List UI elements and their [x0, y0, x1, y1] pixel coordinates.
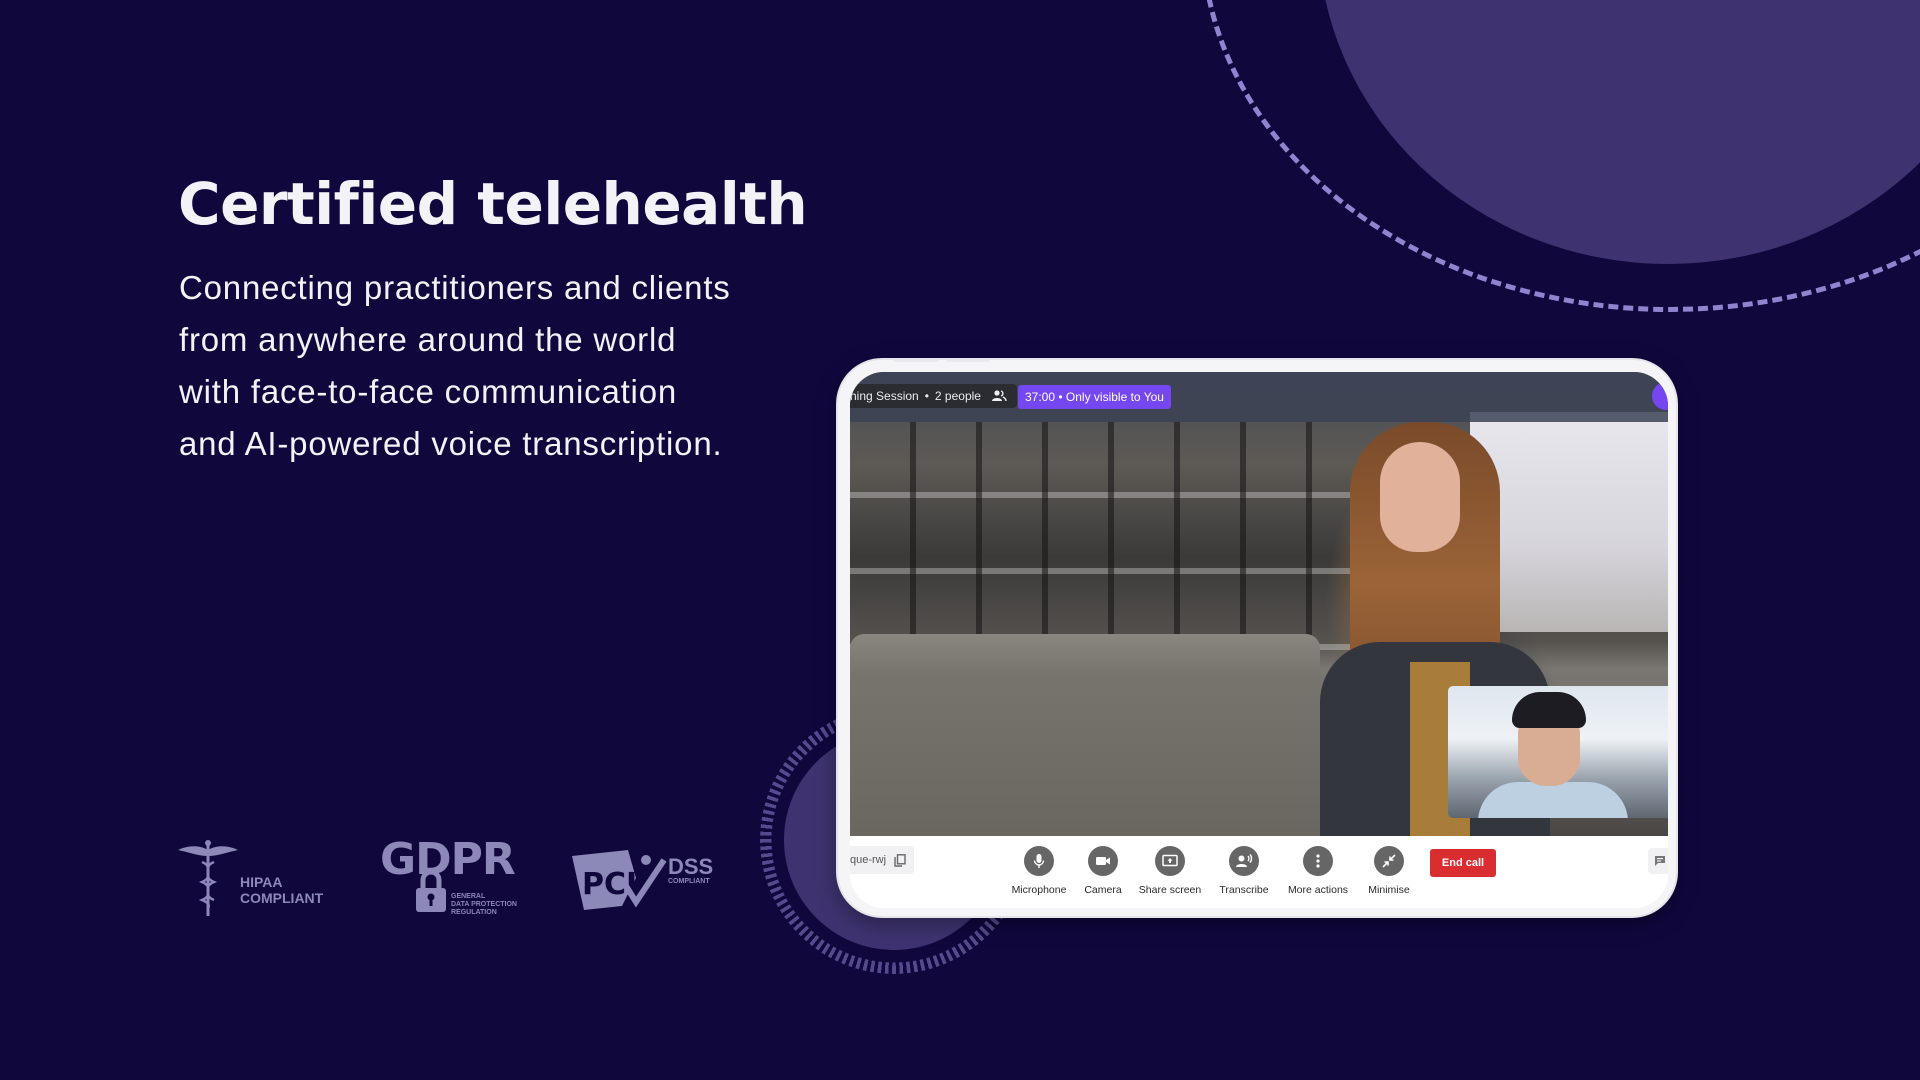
microphone-icon: [1033, 854, 1045, 868]
session-info-chip[interactable]: hing Session • 2 people: [850, 384, 1017, 408]
caduceus-icon: [178, 840, 238, 916]
device-volume-button: [946, 360, 990, 362]
tablet-device: hing Session • 2 people 37:00 • Only vis…: [836, 358, 1678, 918]
pci-badge-icon: PCI: [572, 850, 667, 910]
chat-button[interactable]: [1648, 848, 1668, 874]
hipaa-line2: COMPLIANT: [240, 890, 324, 906]
timer-badge: 37:00 • Only visible to You: [1018, 385, 1171, 409]
share-screen-label: Share screen: [1138, 884, 1202, 896]
hipaa-line1: HIPAA: [240, 874, 283, 890]
camera-label: Camera: [1084, 884, 1122, 896]
separator-dot: •: [924, 389, 929, 403]
gdpr-logo: GDPR GENERAL DATA PROTECTION REGULATION: [380, 834, 530, 918]
copy-icon[interactable]: [894, 853, 906, 867]
gdpr-subtitle-line: GENERAL: [451, 893, 486, 900]
video-call-screen: hing Session • 2 people 37:00 • Only vis…: [850, 372, 1668, 908]
pci-dss-logo: PCI DSS COMPLIANT: [572, 850, 732, 920]
video-background-shelves: [850, 422, 1370, 652]
padlock-icon: [416, 869, 446, 912]
microphone-label: Microphone: [1011, 884, 1067, 896]
hipaa-logo: HIPAA COMPLIANT: [178, 838, 328, 918]
call-control-bar: que-rwj Microphone Camera Share screen T…: [850, 836, 1668, 908]
transcribe-label: Transcribe: [1219, 884, 1269, 896]
pci-dss-title: DSS: [668, 854, 714, 879]
camera-icon: [1096, 857, 1110, 865]
speaking-indicator-icon: [1652, 382, 1668, 410]
main-video-feed: hing Session • 2 people 37:00 • Only vis…: [850, 372, 1668, 836]
device-volume-button: [894, 360, 938, 362]
pci-dss-subtitle: COMPLIANT: [668, 878, 710, 885]
end-call-button[interactable]: End call: [1430, 849, 1496, 877]
gdpr-subtitle-line: REGULATION: [451, 909, 497, 916]
self-view-video[interactable]: [1448, 686, 1668, 818]
call-top-bar: hing Session • 2 people 37:00 • Only vis…: [850, 372, 1668, 422]
meeting-code-text: que-rwj: [850, 854, 887, 866]
self-view-shirt: [1478, 782, 1628, 818]
share-screen-button[interactable]: Share screen: [1130, 846, 1210, 896]
hero-description-line: Connecting practitioners and clients: [179, 269, 731, 306]
video-background-couch: [850, 634, 1320, 836]
transcribe-button[interactable]: Transcribe: [1204, 846, 1284, 896]
minimise-label: Minimise: [1368, 884, 1410, 896]
hero-title: Certified telehealth: [178, 170, 808, 238]
more-vertical-icon: [1316, 854, 1320, 868]
hero-description-line: from anywhere around the world: [179, 321, 677, 358]
chat-icon: [1655, 856, 1665, 866]
session-label: hing Session: [850, 389, 919, 403]
minimise-button[interactable]: Minimise: [1349, 846, 1429, 896]
meeting-code[interactable]: que-rwj: [850, 846, 915, 874]
transcribe-icon: [1236, 854, 1253, 867]
hero-description-line: and AI-powered voice transcription.: [179, 425, 723, 462]
people-icon: [991, 390, 1007, 402]
hero-description-line: with face-to-face communication: [179, 373, 677, 410]
more-actions-button[interactable]: More actions: [1278, 846, 1358, 896]
hero-description: Connecting practitioners and clients fro…: [179, 262, 819, 470]
minimise-icon: [1382, 854, 1396, 868]
participant-face: [1380, 442, 1460, 552]
self-view-hair: [1512, 692, 1586, 728]
more-actions-label: More actions: [1287, 884, 1349, 896]
gdpr-subtitle-line: DATA PROTECTION: [451, 901, 517, 908]
svg-text:PCI: PCI: [582, 867, 637, 902]
share-screen-icon: [1162, 854, 1178, 867]
participant-count: 2 people: [934, 389, 981, 403]
